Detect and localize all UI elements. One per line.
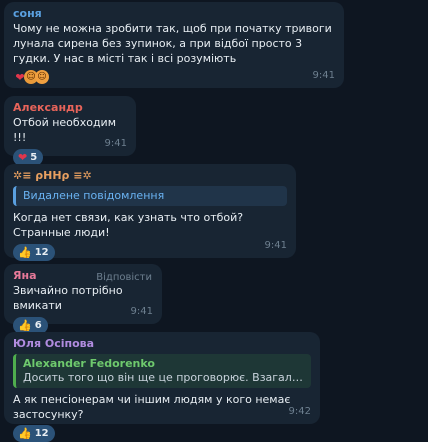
reaction-group[interactable]: ❤ ☺ ☺ — [13, 70, 49, 84]
sender-name[interactable]: Александр — [13, 101, 127, 115]
reply-title: Видалене повідомлення — [23, 189, 165, 202]
thumbs-up-icon: 👍 — [18, 319, 32, 332]
reply-body: Досить того що він ще це проговорює. Вза… — [23, 371, 304, 384]
message-time: 9:41 — [264, 240, 287, 251]
message-time: 9:42 — [288, 406, 311, 417]
reaction-count: 6 — [34, 320, 42, 331]
reaction-count: 12 — [34, 247, 49, 258]
reaction-count: 5 — [30, 152, 38, 163]
message-time: 9:41 — [312, 70, 335, 81]
sender-name[interactable]: соня — [13, 7, 335, 21]
message-bubble[interactable]: ✲≡ ρΗΗρ ≡✲ Видалене повідомлення Когда н… — [4, 164, 296, 261]
face-icon: ☺ — [35, 70, 49, 84]
message-bubble[interactable]: соня Чому не можна зробити так, щоб при … — [4, 2, 344, 88]
message-text: Когда нет связи, как узнать что отбой? С… — [13, 211, 244, 239]
message-text: Чому не можна зробити так, щоб при почат… — [13, 22, 332, 65]
heart-icon: ❤ — [18, 151, 28, 164]
sender-name[interactable]: Юля Осіпова — [13, 337, 311, 351]
reply-quote[interactable]: Alexander Fedorenko Досить того що він щ… — [13, 354, 311, 388]
message-time: 9:41 — [104, 138, 127, 149]
reply-title: Alexander Fedorenko — [23, 357, 155, 370]
thumbs-up-icon: 👍 — [18, 427, 32, 440]
sender-name[interactable]: ✲≡ ρΗΗρ ≡✲ — [13, 169, 287, 183]
reaction-count: 12 — [34, 428, 49, 439]
message-bubble[interactable]: Яна Відповісти Звичайно потрібно вмикати… — [4, 264, 162, 334]
thumbs-up-icon: 👍 — [18, 246, 32, 259]
message-bubble[interactable]: Александр Отбой необходим !!! ❤ 5 9:41 — [4, 96, 136, 166]
message-text: А як пенсіонерам чи іншим людям у кого н… — [13, 393, 291, 421]
reply-quote[interactable]: Видалене повідомлення — [13, 186, 287, 206]
message-bubble[interactable]: Юля Осіпова Alexander Fedorenko Досить т… — [4, 332, 320, 442]
reply-label[interactable]: Відповісти — [96, 270, 152, 285]
reaction-thumbs-up[interactable]: 👍 12 — [13, 244, 55, 261]
message-time: 9:41 — [130, 306, 153, 317]
